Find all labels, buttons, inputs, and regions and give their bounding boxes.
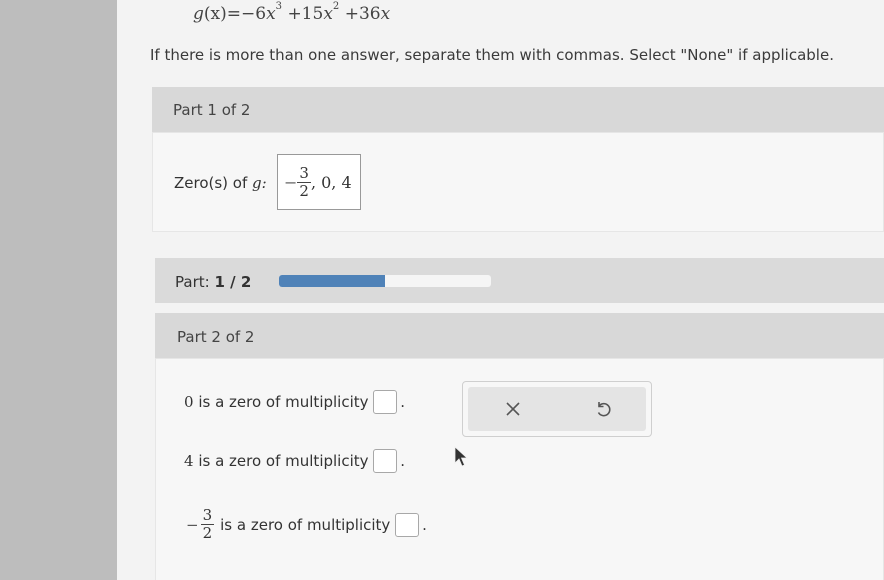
progress-bar	[279, 275, 491, 287]
progress-band	[155, 258, 884, 303]
instructions-text: If there is more than one answer, separa…	[150, 46, 834, 64]
multiplicity-input-neg-three-halves[interactable]	[395, 512, 420, 537]
mouse-cursor-icon	[454, 446, 469, 467]
function-equation: g(x)=−6x3 +15x2 +36x	[193, 1, 391, 24]
fraction-three-halves: 32	[297, 163, 311, 200]
multiplicity-row-neg-three-halves: − 32 is a zero of multiplicity .	[186, 506, 427, 542]
part1-header: Part 1 of 2	[152, 87, 884, 132]
left-margin	[0, 0, 117, 580]
x-icon	[506, 402, 520, 416]
clear-button[interactable]	[483, 387, 543, 431]
answer-tools-panel	[462, 381, 652, 437]
undo-icon	[597, 402, 611, 417]
part2-header: Part 2 of 2	[155, 313, 884, 358]
multiplicity-row-4: 4 is a zero of multiplicity .	[184, 449, 405, 473]
answer-tools	[468, 387, 646, 431]
progress-fill	[279, 275, 385, 287]
fraction-three-halves: 32	[200, 506, 215, 542]
undo-button[interactable]	[573, 387, 633, 431]
zeros-answer-field[interactable]: − 32 , 0, 4	[277, 154, 361, 210]
multiplicity-row-0: 0 is a zero of multiplicity .	[184, 390, 405, 414]
multiplicity-input-0[interactable]	[373, 390, 398, 414]
progress-label: Part: 1 / 2	[175, 273, 252, 291]
multiplicity-input-4[interactable]	[373, 449, 398, 473]
zeros-label: Zero(s) of g:	[174, 174, 267, 192]
